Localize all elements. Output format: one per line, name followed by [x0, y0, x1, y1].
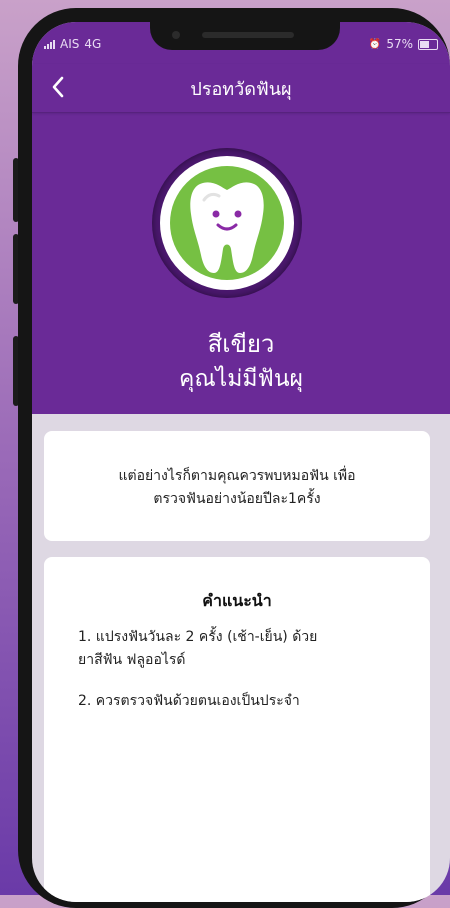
dentist-reminder-text: แต่อย่างไรก็ตามคุณควรพบหมอฟัน เพื่อ ตรวจ…	[44, 465, 430, 511]
advice-card: คำแนะนำ 1. แปรงฟันวันละ 2 ครั้ง (เช้า-เย…	[44, 557, 430, 902]
navigation-bar: ปรอทวัดฟันผุ	[32, 64, 450, 113]
alarm-icon: ⏰	[368, 38, 382, 50]
advice-item: 2. ควรตรวจฟันด้วยตนเองเป็นประจำ	[78, 690, 378, 713]
advice-item-1-line-2: ยาสีฟัน ฟลูออไรด์	[78, 652, 186, 668]
earpiece-speaker	[202, 32, 294, 38]
tooth-result-badge	[152, 148, 302, 298]
app-screen: AIS 4G ⏰ 57% ปรอทวัดฟันผุ สีเขียว คุณไม่…	[32, 22, 450, 902]
status-bar-right: ⏰ 57%	[369, 37, 438, 51]
signal-icon	[44, 39, 55, 49]
back-button[interactable]	[46, 72, 70, 102]
status-bar-left: AIS 4G	[44, 37, 101, 51]
advice-item-2-line-1: 2. ควรตรวจฟันด้วยตนเองเป็นประจำ	[78, 693, 300, 709]
chevron-left-icon	[52, 76, 64, 98]
phone-notch	[150, 22, 340, 50]
reminder-line-1: แต่อย่างไรก็ตามคุณควรพบหมอฟัน เพื่อ	[118, 468, 356, 484]
advice-item-1-line-1: 1. แปรงฟันวันละ 2 ครั้ง (เช้า-เย็น) ด้วย	[78, 629, 318, 645]
dentist-reminder-card: แต่อย่างไรก็ตามคุณควรพบหมอฟัน เพื่อ ตรวจ…	[44, 431, 430, 541]
page-title: ปรอทวัดฟันผุ	[190, 78, 292, 100]
network-type: 4G	[84, 37, 102, 51]
advice-item: 1. แปรงฟันวันละ 2 ครั้ง (เช้า-เย็น) ด้วย…	[78, 626, 378, 672]
result-message: คุณไม่มีฟันผุ	[178, 366, 304, 392]
advice-title: คำแนะนำ	[202, 591, 272, 610]
carrier-name: AIS	[60, 37, 80, 51]
front-camera	[172, 31, 180, 39]
battery-percentage: 57%	[386, 37, 413, 51]
result-color-label: สีเขียว	[207, 330, 275, 358]
battery-icon	[418, 38, 438, 50]
smiling-tooth-icon	[190, 182, 264, 273]
reminder-line-2: ตรวจฟันอย่างน้อยปีละ1ครั้ง	[153, 491, 321, 507]
